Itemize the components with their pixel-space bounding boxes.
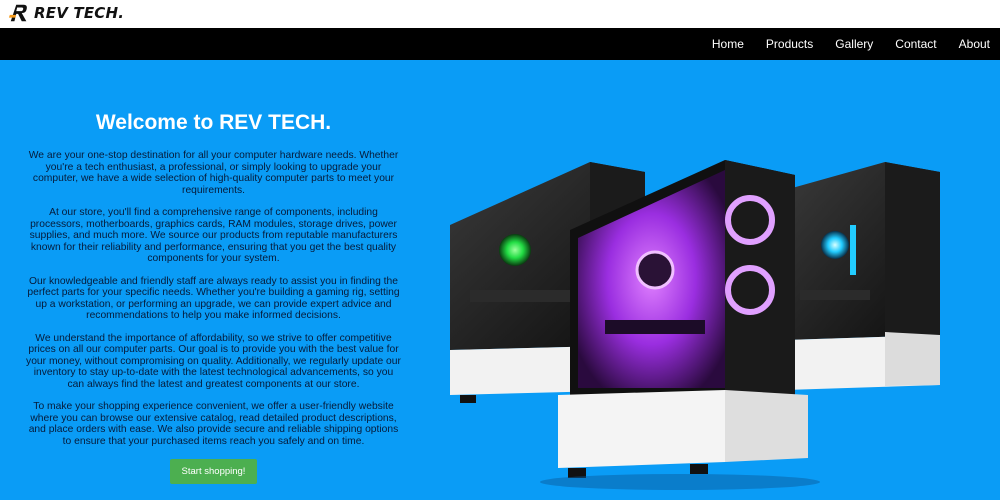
nav-gallery[interactable]: Gallery <box>835 37 873 51</box>
main-nav: Home Products Gallery Contact About <box>690 28 990 60</box>
nav-home[interactable]: Home <box>712 37 744 51</box>
start-shopping-button[interactable]: Start shopping! <box>169 459 258 484</box>
pc-cases-image <box>450 160 940 490</box>
hero-paragraph-3: Our knowledgeable and friendly staff are… <box>27 275 400 322</box>
hero-paragraph-2: At our store, you'll find a comprehensiv… <box>29 207 398 264</box>
right-pc-case <box>785 162 940 390</box>
hero-paragraph-4: We understand the importance of affordab… <box>26 332 401 390</box>
hero-paragraph-1: We are your one-stop destination for all… <box>28 150 399 196</box>
nav-contact[interactable]: Contact <box>895 37 936 51</box>
rev-tech-logo-icon <box>8 4 27 22</box>
hero-section: Welcome to REV TECH. We are your one-sto… <box>25 110 402 484</box>
top-header: REV TECH. <box>0 0 1000 28</box>
brand-name: REV TECH. <box>34 4 125 22</box>
hero-title: Welcome to REV TECH. <box>95 111 332 134</box>
navbar: Home Products Gallery Contact About <box>0 28 1000 60</box>
hero-paragraph-5: To make your shopping experience conveni… <box>28 401 399 447</box>
nav-products[interactable]: Products <box>766 37 813 51</box>
brand-logo[interactable]: REV TECH. <box>8 2 124 24</box>
nav-about[interactable]: About <box>959 37 990 51</box>
